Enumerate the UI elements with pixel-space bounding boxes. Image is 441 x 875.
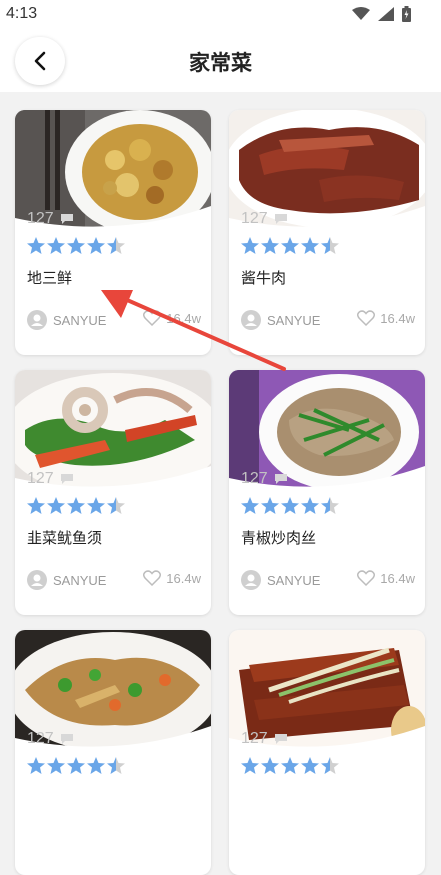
recipe-card[interactable]: 127 韭菜鱿鱼须 SANYUE 16.4w: [15, 370, 211, 615]
star-icon: [281, 757, 299, 774]
author[interactable]: SANYUE: [27, 570, 106, 590]
author-name: SANYUE: [267, 572, 321, 588]
star-icon: [27, 237, 45, 254]
comment-count: 127: [241, 730, 288, 748]
star-icon: [47, 497, 65, 514]
star-icon: [87, 237, 105, 254]
rating-stars: [27, 237, 125, 255]
like-count[interactable]: 16.4w: [357, 310, 415, 326]
dish-name: 酱牛肉: [241, 269, 287, 287]
recipe-card[interactable]: 127: [229, 630, 425, 875]
wifi-icon: [352, 7, 370, 20]
rating-stars: [27, 757, 125, 775]
recipe-card[interactable]: 127 酱牛肉 SANYUE 16.4w: [229, 110, 425, 355]
half-star-icon: [107, 237, 116, 254]
star-icon: [47, 757, 65, 774]
comment-icon: [60, 734, 73, 744]
comment-count: 127: [27, 470, 74, 488]
star-icon: [67, 497, 85, 514]
star-icon: [67, 757, 85, 774]
star-icon: [87, 497, 105, 514]
comment-icon: [274, 474, 287, 484]
dish-name: 地三鲜: [27, 269, 73, 287]
comment-count: 127: [241, 470, 288, 488]
author[interactable]: SANYUE: [241, 310, 320, 330]
comment-icon: [60, 474, 73, 484]
star-icon: [27, 757, 45, 774]
like-count[interactable]: 16.4w: [143, 570, 201, 586]
page-title: 家常菜: [189, 51, 252, 75]
author-name: SANYUE: [53, 312, 107, 328]
star-icon: [241, 497, 259, 514]
star-icon: [241, 757, 259, 774]
heart-icon: [357, 570, 376, 586]
author-name: SANYUE: [53, 572, 107, 588]
avatar-icon: [241, 310, 261, 330]
recipe-card[interactable]: 127: [15, 630, 211, 875]
recipe-grid: 127 地三鲜 SANYUE 16.4w 127 酱牛肉 SANYUE 16.4…: [0, 92, 441, 875]
star-icon: [301, 757, 319, 774]
dish-name: 青椒炒肉丝: [241, 529, 317, 547]
header-bar: 家常菜: [0, 30, 441, 92]
heart-icon: [143, 570, 162, 586]
comment-count: 127: [27, 730, 74, 748]
half-star-icon: [321, 497, 330, 514]
comment-icon: [60, 214, 73, 224]
comment-count: 127: [27, 210, 74, 228]
half-star-icon: [321, 237, 330, 254]
avatar-icon: [27, 310, 47, 330]
author-name: SANYUE: [267, 312, 321, 328]
heart-icon: [357, 310, 376, 326]
dish-name: 韭菜鱿鱼须: [27, 529, 103, 547]
star-icon: [301, 497, 319, 514]
rating-stars: [241, 497, 339, 515]
recipe-card[interactable]: 127 青椒炒肉丝 SANYUE 16.4w: [229, 370, 425, 615]
star-icon: [261, 237, 279, 254]
star-icon: [67, 237, 85, 254]
status-time: 4:13: [6, 5, 38, 22]
rating-stars: [241, 237, 339, 255]
author[interactable]: SANYUE: [241, 570, 320, 590]
star-icon: [27, 497, 45, 514]
signal-icon: [378, 7, 394, 21]
star-icon: [87, 757, 105, 774]
like-count[interactable]: 16.4w: [357, 570, 415, 586]
rating-stars: [27, 497, 125, 515]
star-icon: [241, 237, 259, 254]
star-icon: [47, 237, 65, 254]
status-bar: 4:13: [0, 0, 441, 30]
star-icon: [301, 237, 319, 254]
heart-icon: [143, 310, 162, 326]
half-star-icon: [321, 757, 330, 774]
star-icon: [281, 497, 299, 514]
comment-icon: [274, 734, 287, 744]
half-star-icon: [107, 757, 116, 774]
author[interactable]: SANYUE: [27, 310, 106, 330]
battery-icon: [402, 6, 411, 22]
rating-stars: [241, 757, 339, 775]
comment-count: 127: [241, 210, 288, 228]
like-count[interactable]: 16.4w: [143, 310, 201, 326]
half-star-icon: [107, 497, 116, 514]
comment-icon: [274, 214, 287, 224]
avatar-icon: [241, 570, 261, 590]
recipe-card[interactable]: 127 地三鲜 SANYUE 16.4w: [15, 110, 211, 355]
avatar-icon: [27, 570, 47, 590]
star-icon: [281, 237, 299, 254]
star-icon: [261, 497, 279, 514]
star-icon: [261, 757, 279, 774]
